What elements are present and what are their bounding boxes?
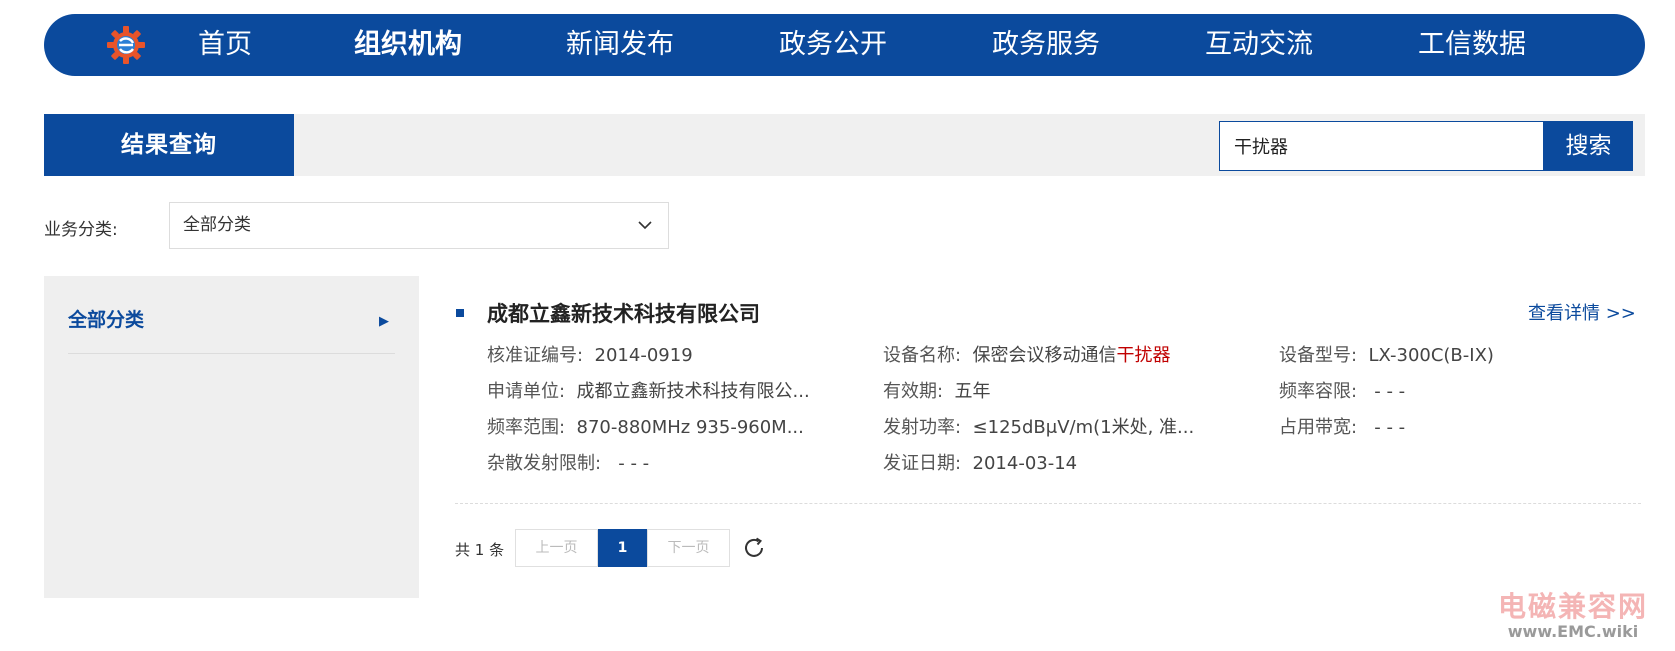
result-query-tab[interactable]: 结果查询 [44, 114, 294, 176]
field-device-name: 设备名称: 保密会议移动通信干扰器 [883, 345, 1171, 366]
view-details-link[interactable]: 查看详情 >> [1528, 299, 1636, 325]
field-cert-no: 核准证编号: 2014-0919 [487, 345, 693, 366]
sidebar-item-label: 全部分类 [68, 309, 145, 331]
total-count: 共 1 条 [455, 541, 505, 559]
refresh-icon[interactable] [742, 536, 766, 560]
list-bullet-icon [456, 309, 464, 317]
nav-item-gov-services[interactable]: 政务服务 [992, 14, 1100, 76]
search-input[interactable] [1219, 121, 1544, 171]
nav-item-news[interactable]: 新闻发布 [566, 14, 674, 76]
field-freq-range: 频率范围: 870-880MHz 935-960M... [487, 417, 804, 438]
page-1-button[interactable]: 1 [598, 529, 647, 567]
nav-item-data[interactable]: 工信数据 [1418, 14, 1526, 76]
field-tx-power: 发射功率: ≤125dBμV/m(1米处, 准... [883, 417, 1195, 438]
field-applicant: 申请单位: 成都立鑫新技术科技有限公... [487, 381, 810, 402]
watermark-cn: 电磁兼容网 [1498, 590, 1649, 623]
field-validity: 有效期: 五年 [883, 381, 991, 402]
category-label: 业务分类: [44, 220, 118, 240]
site-logo-icon[interactable] [106, 25, 146, 65]
nav-item-public-affairs[interactable]: 政务公开 [779, 14, 887, 76]
search-button[interactable]: 搜索 [1544, 121, 1633, 171]
nav-item-organization[interactable]: 组织机构 [354, 14, 462, 76]
watermark-en: www.EMC.wiki [1507, 622, 1639, 641]
category-selected-value: 全部分类 [183, 215, 251, 235]
field-issue-date: 发证日期: 2014-03-14 [883, 453, 1078, 474]
field-bandwidth: 占用带宽: - - - [1279, 417, 1406, 438]
watermark: 电磁兼容网 www.EMC.wiki [1498, 591, 1648, 641]
category-sidebar: 全部分类 ▶ [44, 276, 419, 598]
record-divider [455, 503, 1641, 504]
field-freq-tolerance: 频率容限: - - - [1279, 381, 1406, 402]
nav-item-interaction[interactable]: 互动交流 [1205, 14, 1313, 76]
triangle-right-icon: ▶ [379, 314, 389, 329]
field-spurious: 杂散发射限制: - - - [487, 453, 650, 474]
prev-page-button[interactable]: 上一页 [515, 529, 598, 567]
top-nav: 首页 组织机构 新闻发布 政务公开 政务服务 互动交流 工信数据 [44, 14, 1645, 76]
search-highlight: 干扰器 [1116, 345, 1171, 366]
field-model: 设备型号: LX-300C(B-IX) [1279, 345, 1494, 366]
company-name[interactable]: 成都立鑫新技术科技有限公司 [487, 298, 760, 328]
sidebar-item-all[interactable]: 全部分类 ▶ [68, 304, 395, 354]
result-query-bar: 结果查询 搜索 [44, 114, 1645, 176]
next-page-button[interactable]: 下一页 [647, 529, 730, 567]
chevron-down-icon [638, 221, 652, 230]
category-select[interactable]: 全部分类 [169, 202, 669, 249]
nav-item-home[interactable]: 首页 [198, 14, 252, 76]
